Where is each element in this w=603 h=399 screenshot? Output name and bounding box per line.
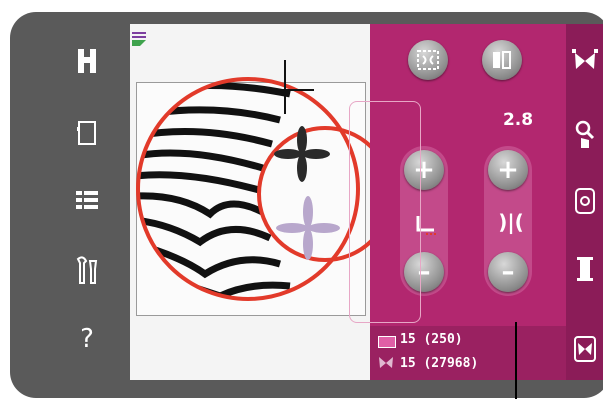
right-minus-button[interactable]: –: [488, 252, 528, 292]
stitch-count-text: 15 (27968): [400, 356, 479, 371]
spool-icon[interactable]: [570, 254, 600, 284]
help-icon[interactable]: ?: [72, 324, 102, 354]
color-swatch: [378, 336, 396, 348]
width-icon: )|(: [498, 210, 524, 234]
menu-list-icon[interactable]: [72, 186, 102, 216]
right-toolbar: [566, 24, 603, 380]
embroidery-design: [136, 60, 370, 301]
position-icon[interactable]: [570, 186, 600, 216]
right-plus-button[interactable]: +: [488, 150, 528, 190]
embroidery-canvas[interactable]: [130, 24, 370, 380]
frame-icon[interactable]: [72, 118, 102, 148]
stitch-width-value: 2.8: [502, 110, 534, 130]
info-strip: 15 (250) 15 (27968): [370, 326, 566, 380]
design-select-icon[interactable]: [570, 46, 600, 76]
center-design-button[interactable]: [482, 40, 522, 80]
design-info-icon[interactable]: [570, 334, 600, 364]
stitch-width-selection: [349, 101, 421, 323]
home-icon[interactable]: [72, 46, 102, 76]
butterfly-icon: [378, 356, 394, 374]
tools-icon[interactable]: [72, 256, 102, 286]
callout-line: [515, 322, 517, 399]
color-count-text: 15 (250): [400, 332, 463, 347]
left-toolbar: ?: [40, 20, 130, 380]
machine-display: ? + – +)|(– 15 (250) 15 (27968) 2.8: [0, 0, 603, 399]
zoom-pan-icon[interactable]: [570, 120, 600, 150]
fit-to-hoop-button[interactable]: [408, 40, 448, 80]
